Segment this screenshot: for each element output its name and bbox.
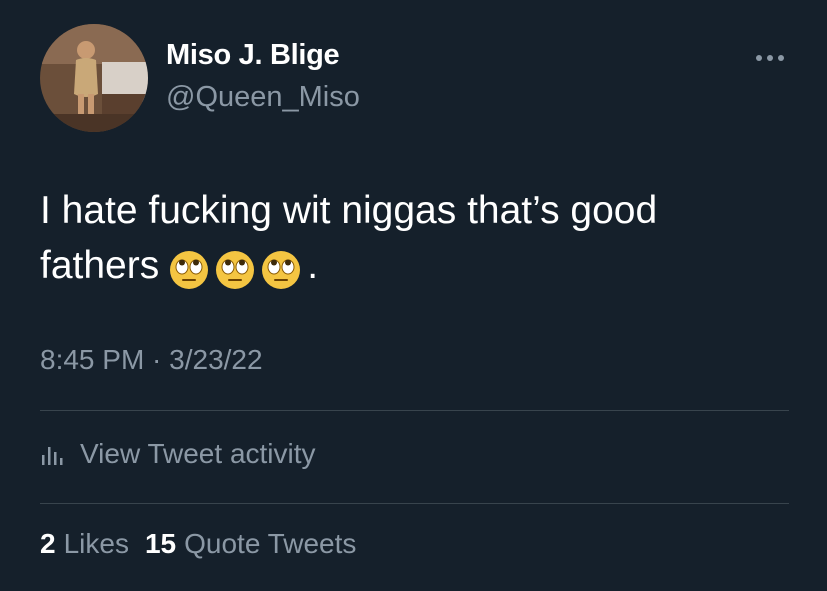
quote-tweets-count: 15 [144, 528, 177, 559]
tweet-timestamp[interactable]: 8:45 PM · 3/23/22 [40, 344, 263, 376]
tweet-text-line-2: fathers. [40, 238, 780, 295]
likes-count: 2 [40, 528, 56, 559]
bar-chart-icon [40, 441, 66, 467]
ellipsis-icon [756, 55, 784, 61]
quote-tweets-label: Quote Tweets [184, 528, 357, 559]
face-with-rolling-eyes-icon [261, 250, 301, 290]
profile-photo [40, 24, 148, 132]
emoji-group [169, 240, 307, 295]
divider [40, 503, 789, 504]
likes-label: Likes [63, 528, 129, 559]
quote-tweets-stat[interactable]: 15 Quote Tweets [145, 528, 356, 560]
view-tweet-activity-button[interactable]: View Tweet activity [40, 434, 316, 474]
tweet-text-period: . [307, 244, 319, 287]
face-with-rolling-eyes-icon [169, 250, 209, 290]
engagement-stats: 2 Likes 15 Quote Tweets [40, 528, 372, 560]
author-display-name[interactable]: Miso J. Blige [166, 39, 340, 72]
tweet-text-line-1: I hate fucking wit niggas that’s good [40, 189, 658, 232]
tweet-text-fathers: fathers [40, 244, 160, 287]
face-with-rolling-eyes-icon [215, 250, 255, 290]
author-avatar[interactable] [40, 24, 148, 132]
author-handle[interactable]: @Queen_Miso [166, 81, 360, 114]
likes-stat[interactable]: 2 Likes [40, 528, 129, 560]
more-options-button[interactable] [750, 46, 790, 70]
divider [40, 410, 789, 411]
tweet-text: I hate fucking wit niggas that’s good fa… [40, 183, 780, 295]
view-tweet-activity-label: View Tweet activity [80, 438, 316, 469]
